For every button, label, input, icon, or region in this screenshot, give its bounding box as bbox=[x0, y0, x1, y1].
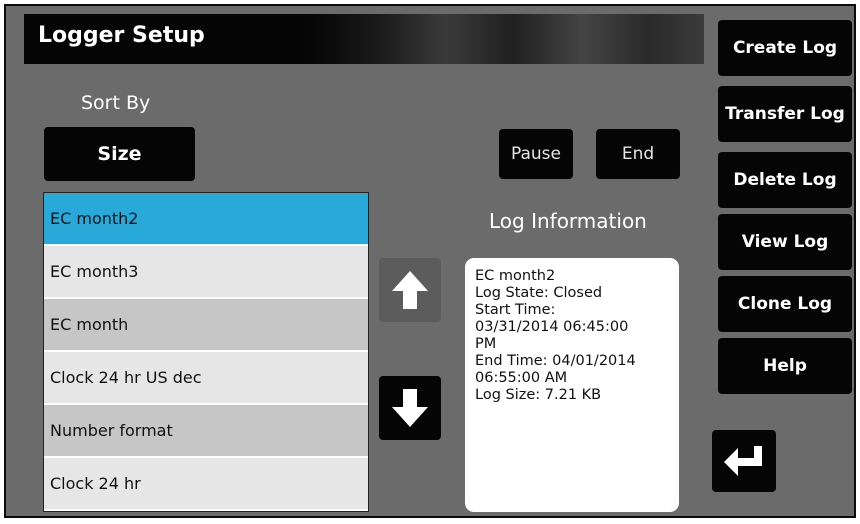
page-title: Logger Setup bbox=[38, 23, 205, 48]
list-item[interactable]: EC month bbox=[44, 299, 368, 352]
end-button[interactable]: End bbox=[596, 129, 680, 179]
view-log-button[interactable]: View Log bbox=[718, 214, 852, 270]
list-item[interactable]: Clock 24 hr US dec bbox=[44, 352, 368, 405]
scroll-up-button[interactable] bbox=[379, 258, 441, 322]
arrow-up-icon bbox=[392, 271, 428, 309]
list-item[interactable]: EC month3 bbox=[44, 246, 368, 299]
log-list[interactable]: EC month2 EC month3 EC month Clock 24 hr… bbox=[43, 192, 369, 512]
create-log-button[interactable]: Create Log bbox=[718, 20, 852, 76]
log-info-end-time: 06:55:00 AM bbox=[475, 370, 568, 386]
title-bar: Logger Setup bbox=[24, 14, 704, 64]
list-item[interactable]: Clock 24 hr bbox=[44, 458, 368, 511]
log-info-state: Log State: Closed bbox=[475, 285, 603, 301]
log-information-label: Log Information bbox=[489, 209, 647, 233]
sort-by-label: Sort By bbox=[81, 92, 151, 114]
sort-size-button[interactable]: Size bbox=[44, 127, 195, 181]
transfer-log-button[interactable]: Transfer Log bbox=[718, 86, 852, 142]
delete-log-button[interactable]: Delete Log bbox=[718, 152, 852, 208]
log-info-start-ampm: PM bbox=[475, 336, 497, 352]
log-info-start-label: Start Time: bbox=[475, 302, 556, 318]
log-info-name: EC month2 bbox=[475, 268, 556, 284]
logger-setup-screen: Logger Setup Sort By Size Pause End EC m… bbox=[4, 4, 856, 518]
enter-button[interactable] bbox=[712, 430, 776, 492]
log-info-size: Log Size: 7.21 KB bbox=[475, 387, 602, 403]
help-button[interactable]: Help bbox=[718, 338, 852, 394]
clone-log-button[interactable]: Clone Log bbox=[718, 276, 852, 332]
arrow-down-icon bbox=[392, 389, 428, 427]
log-information-panel: EC month2 Log State: Closed Start Time: … bbox=[465, 258, 679, 512]
log-info-end: End Time: 04/01/2014 bbox=[475, 353, 636, 369]
log-info-start-date: 03/31/2014 06:45:00 bbox=[475, 319, 629, 335]
enter-return-icon bbox=[724, 446, 762, 476]
pause-button[interactable]: Pause bbox=[499, 129, 573, 179]
scroll-down-button[interactable] bbox=[379, 376, 441, 440]
list-item[interactable]: Number format bbox=[44, 405, 368, 458]
list-item-selected[interactable]: EC month2 bbox=[44, 193, 368, 246]
